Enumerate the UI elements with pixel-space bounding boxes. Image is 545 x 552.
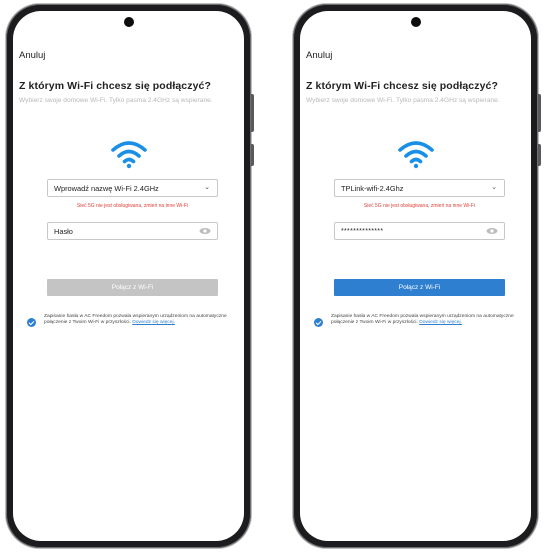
password-field[interactable]: Hasło [47,222,218,240]
cancel-button[interactable]: Anuluj [19,50,45,61]
side-button [251,94,254,132]
password-value: Hasło [54,226,73,236]
password-value: ************** [341,227,384,235]
consent-text: Zapisanie hasła w AC Freedom pozwala wsp… [331,314,520,327]
side-button [538,94,541,132]
connect-wifi-button[interactable]: Połącz z Wi-Fi [47,279,218,296]
save-password-consent: Zapisanie hasła w AC Freedom pozwala wsp… [27,314,233,327]
band-warning: Sieć 5G nie jest obsługiwana, zmień na i… [363,203,476,209]
wifi-setup-screen: Anuluj Z którym Wi-Fi chcesz się podłącz… [13,11,244,541]
phone-frame-left: Anuluj Z którym Wi-Fi chcesz się podłącz… [6,4,254,548]
band-warning: Sieć 5G nie jest obsługiwana, zmień na i… [76,203,189,209]
chevron-down-icon[interactable]: ⌄ [203,184,211,192]
cancel-button[interactable]: Anuluj [306,50,332,61]
page-title: Z którym Wi-Fi chcesz się podłączyć? [306,80,498,92]
wifi-name-select[interactable]: Wprowadź nazwę Wi-Fi 2.4GHz ⌄ [47,179,218,197]
wifi-name-select[interactable]: TPLink-wifi-2.4Ghz ⌄ [334,179,505,197]
wifi-icon [110,141,147,169]
checkmark-circle-icon[interactable] [27,318,36,327]
wifi-name-value: TPLink-wifi-2.4Ghz [341,183,404,193]
eye-icon[interactable] [486,227,498,235]
checkmark-circle-icon[interactable] [314,318,323,327]
wifi-name-value: Wprowadź nazwę Wi-Fi 2.4GHz [54,183,159,193]
connect-wifi-button[interactable]: Połącz z Wi-Fi [334,279,505,296]
camera-icon [123,17,134,27]
camera-icon [410,17,421,27]
eye-icon[interactable] [199,227,211,235]
phone-frame-right: Anuluj Z którym Wi-Fi chcesz się podłącz… [293,4,541,548]
wifi-icon [397,141,434,169]
learn-more-link[interactable]: Dowiedz się więcej. [419,320,462,325]
side-button [251,144,254,166]
side-button [538,144,541,166]
consent-text: Zapisanie hasła w AC Freedom pozwala wsp… [44,314,233,327]
page-title: Z którym Wi-Fi chcesz się podłączyć? [19,80,211,92]
page-subtitle: Wybierz swoje domowe Wi-Fi. Tylko pasma … [306,97,500,104]
wifi-setup-screen: Anuluj Z którym Wi-Fi chcesz się podłącz… [300,11,531,541]
chevron-down-icon[interactable]: ⌄ [490,184,498,192]
learn-more-link[interactable]: Dowiedz się więcej. [132,320,175,325]
page-subtitle: Wybierz swoje domowe Wi-Fi. Tylko pasma … [19,97,213,104]
password-field[interactable]: ************** [334,222,505,240]
save-password-consent: Zapisanie hasła w AC Freedom pozwala wsp… [314,314,520,327]
